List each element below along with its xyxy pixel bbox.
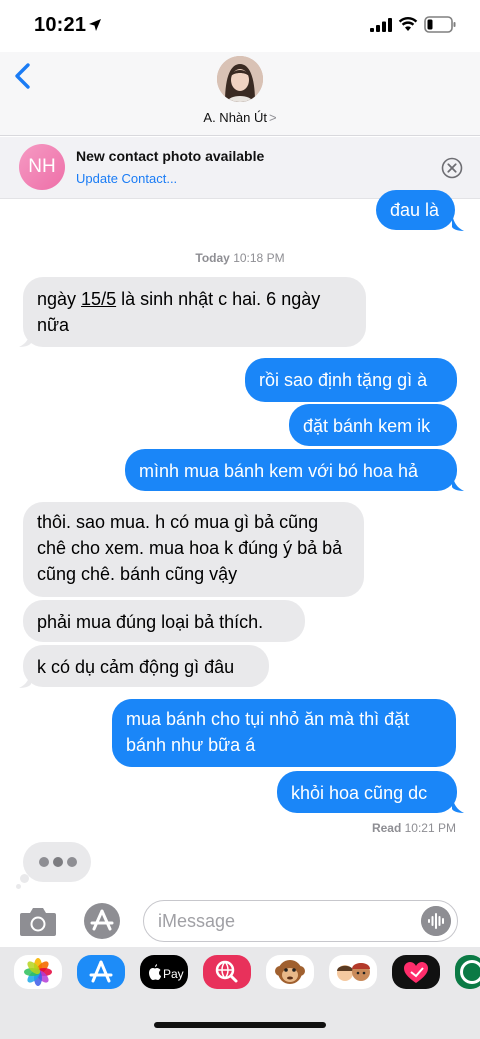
timestamp-time: 10:18 PM	[233, 251, 285, 265]
photos-app[interactable]	[14, 955, 62, 989]
message-text: thôi. sao mua. h có mua gì bả cũng chê c…	[37, 512, 343, 584]
message-bubble-sent[interactable]: mua bánh cho tụi nhỏ ăn mà thì đặt bánh …	[112, 699, 456, 767]
bubble-tail	[19, 330, 31, 347]
home-indicator[interactable]	[154, 1022, 326, 1028]
bubble-tail	[452, 796, 464, 813]
message-text: k có dụ cảm động gì đâu	[37, 657, 235, 677]
location-arrow-icon	[89, 19, 101, 31]
bubble-tail	[19, 671, 31, 688]
contact-name[interactable]: A. Nhàn Út >	[0, 110, 480, 125]
digital-touch-app[interactable]	[392, 955, 440, 989]
apple-pay-app[interactable]: Pay	[140, 955, 188, 989]
typing-dot	[39, 857, 49, 867]
animoji-app[interactable]	[266, 955, 314, 989]
typing-dot	[67, 857, 77, 867]
message-bubble-received[interactable]: k có dụ cảm động gì đâu	[23, 645, 269, 687]
photos-icon	[24, 958, 52, 986]
wifi-icon	[398, 17, 418, 31]
bubble-tail	[452, 214, 464, 231]
avatar-photo	[217, 56, 263, 102]
date-link[interactable]: 15/5	[81, 289, 116, 309]
contact-initials-avatar: NH	[19, 144, 65, 190]
back-chevron-icon[interactable]	[12, 62, 34, 90]
web-search-icon	[215, 960, 238, 983]
starbucks-app[interactable]	[455, 955, 480, 989]
message-bubble-sent[interactable]: đặt bánh kem ik	[289, 404, 457, 446]
typing-tail	[16, 884, 21, 889]
apple-pay-icon: Pay	[149, 964, 184, 981]
bubble-tail	[452, 474, 464, 491]
message-text: đặt bánh kem ik	[303, 416, 431, 436]
contact-name-label: A. Nhàn Út	[203, 110, 267, 125]
status-bar: 10:21	[0, 0, 480, 52]
message-bubble-sent[interactable]: mình mua bánh kem với bó hoa hả	[125, 449, 457, 491]
camera-icon[interactable]	[18, 904, 58, 938]
message-input[interactable]: iMessage	[143, 900, 458, 942]
message-bubble-received[interactable]: thôi. sao mua. h có mua gì bả cũng chê c…	[23, 502, 364, 597]
message-text: mình mua bánh kem với bó hoa hả	[139, 461, 418, 481]
read-receipt: Read 10:21 PM	[372, 821, 456, 835]
message-text: phải mua đúng loại bả thích.	[37, 612, 264, 632]
typing-dot	[53, 857, 63, 867]
cellular-signal-icon	[370, 18, 392, 32]
memoji-icon	[337, 963, 370, 981]
typing-tail	[20, 874, 29, 883]
close-icon[interactable]	[441, 157, 463, 179]
contact-avatar[interactable]	[217, 56, 263, 102]
message-text: mua bánh cho tụi nhỏ ăn mà thì đặt bánh …	[126, 709, 410, 755]
apple-pay-label: Pay	[163, 967, 184, 981]
app-store-icon	[89, 960, 113, 983]
typing-indicator	[23, 842, 91, 882]
read-label: Read	[371, 821, 402, 835]
banner-title: New contact photo available	[76, 148, 265, 164]
timestamp-day: Today	[195, 251, 230, 265]
monkey-animoji-icon	[275, 960, 305, 984]
battery-icon	[424, 16, 456, 33]
read-time: 10:21 PM	[404, 821, 456, 835]
message-bubble-received[interactable]: phải mua đúng loại bả thích.	[23, 600, 305, 642]
update-contact-link[interactable]: Update Contact...	[76, 171, 177, 186]
message-timestamp: Today 10:18 PM	[0, 251, 480, 265]
app-store-icon[interactable]	[82, 901, 122, 941]
message-bubble-received[interactable]: ngày 15/5 là sinh nhật c hai. 6 ngày nữa	[23, 277, 366, 347]
message-text: rồi sao định tặng gì à	[259, 370, 428, 390]
message-text: ngày	[37, 289, 82, 309]
status-time: 10:21	[34, 14, 87, 36]
message-bubble-sent[interactable]: khỏi hoa cũng dc	[277, 771, 457, 813]
message-bubble-sent[interactable]: rồi sao định tặng gì à	[245, 358, 457, 402]
digital-touch-icon	[404, 962, 428, 983]
app-store-app[interactable]	[77, 955, 125, 989]
audio-waveform-icon[interactable]	[421, 906, 451, 936]
web-search-app[interactable]	[203, 955, 251, 989]
conversation-header: A. Nhàn Út >	[0, 52, 480, 136]
starbucks-icon	[460, 960, 480, 984]
input-placeholder: iMessage	[158, 911, 236, 931]
memoji-app[interactable]	[329, 955, 377, 989]
message-text: khỏi hoa cũng dc	[291, 783, 428, 803]
message-bubble-sent[interactable]: đau là	[376, 190, 455, 230]
message-text: đau là	[390, 200, 440, 220]
chevron-right-icon: >	[269, 110, 277, 125]
